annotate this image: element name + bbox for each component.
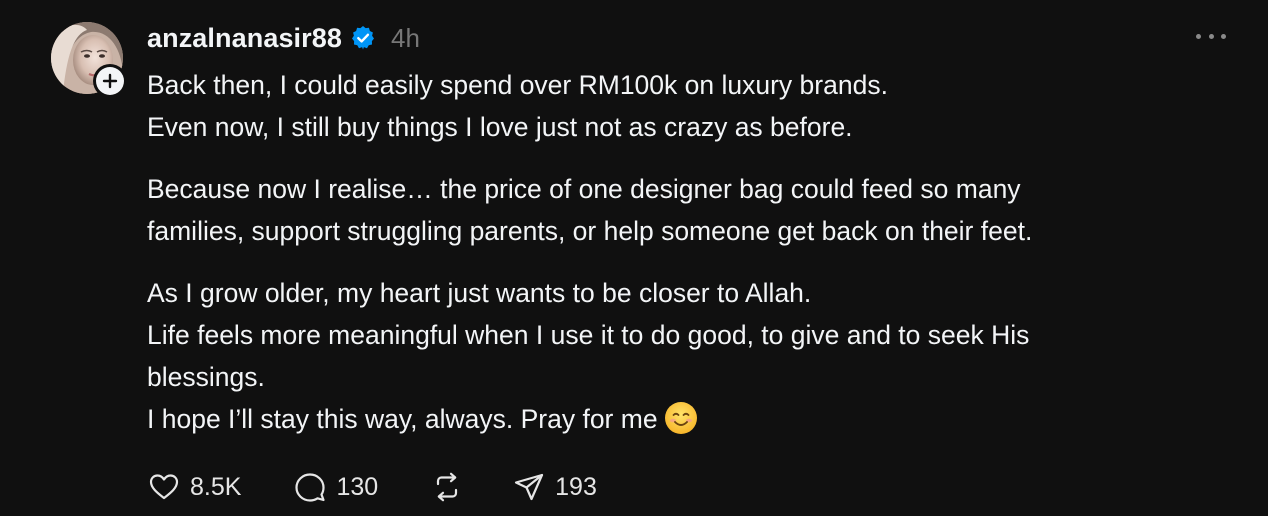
text-line: Even now, I still buy things I love just… (147, 112, 853, 142)
smiling-face-emoji (664, 401, 698, 435)
verified-badge-icon (350, 25, 376, 51)
more-options-icon[interactable] (1196, 26, 1226, 46)
follow-button[interactable] (93, 64, 127, 98)
post-timestamp: 4h (391, 22, 420, 53)
avatar-container[interactable] (51, 22, 127, 98)
username[interactable]: anzalnanasir88 (147, 23, 342, 54)
paragraph: As I grow older, my heart just wants to … (147, 272, 1237, 440)
post-body: Back then, I could easily spend over RM1… (147, 64, 1237, 460)
share-count: 193 (555, 472, 597, 501)
plus-icon (102, 73, 118, 89)
thread-post: anzalnanasir88 4h Back then, I could eas… (0, 0, 1268, 516)
text-line: Because now I realise… the price of one … (147, 174, 1021, 204)
paragraph: Because now I realise… the price of one … (147, 168, 1237, 252)
text-line: I hope I’ll stay this way, always. Pray … (147, 404, 658, 434)
text-line: Life feels more meaningful when I use it… (147, 320, 1030, 350)
heart-icon (147, 470, 181, 504)
like-button[interactable]: 8.5K (147, 466, 241, 508)
share-button[interactable]: 193 (512, 466, 597, 508)
text-line: Back then, I could easily spend over RM1… (147, 70, 888, 100)
paragraph: Back then, I could easily spend over RM1… (147, 64, 1237, 148)
post-actions: 8.5K 130 193 (147, 466, 597, 508)
text-line: As I grow older, my heart just wants to … (147, 278, 812, 308)
paper-plane-icon (512, 470, 546, 504)
text-line-with-emoji: I hope I’ll stay this way, always. Pray … (147, 398, 1237, 440)
comment-bubble-icon (293, 470, 327, 504)
comment-button[interactable]: 130 (293, 466, 378, 508)
repost-icon (430, 470, 464, 504)
comment-count: 130 (336, 472, 379, 501)
text-line: families, support struggling parents, or… (147, 216, 1033, 246)
repost-button[interactable] (430, 466, 464, 508)
like-count: 8.5K (190, 472, 242, 501)
post-header: anzalnanasir88 4h (147, 18, 420, 58)
text-line: blessings. (147, 362, 265, 392)
